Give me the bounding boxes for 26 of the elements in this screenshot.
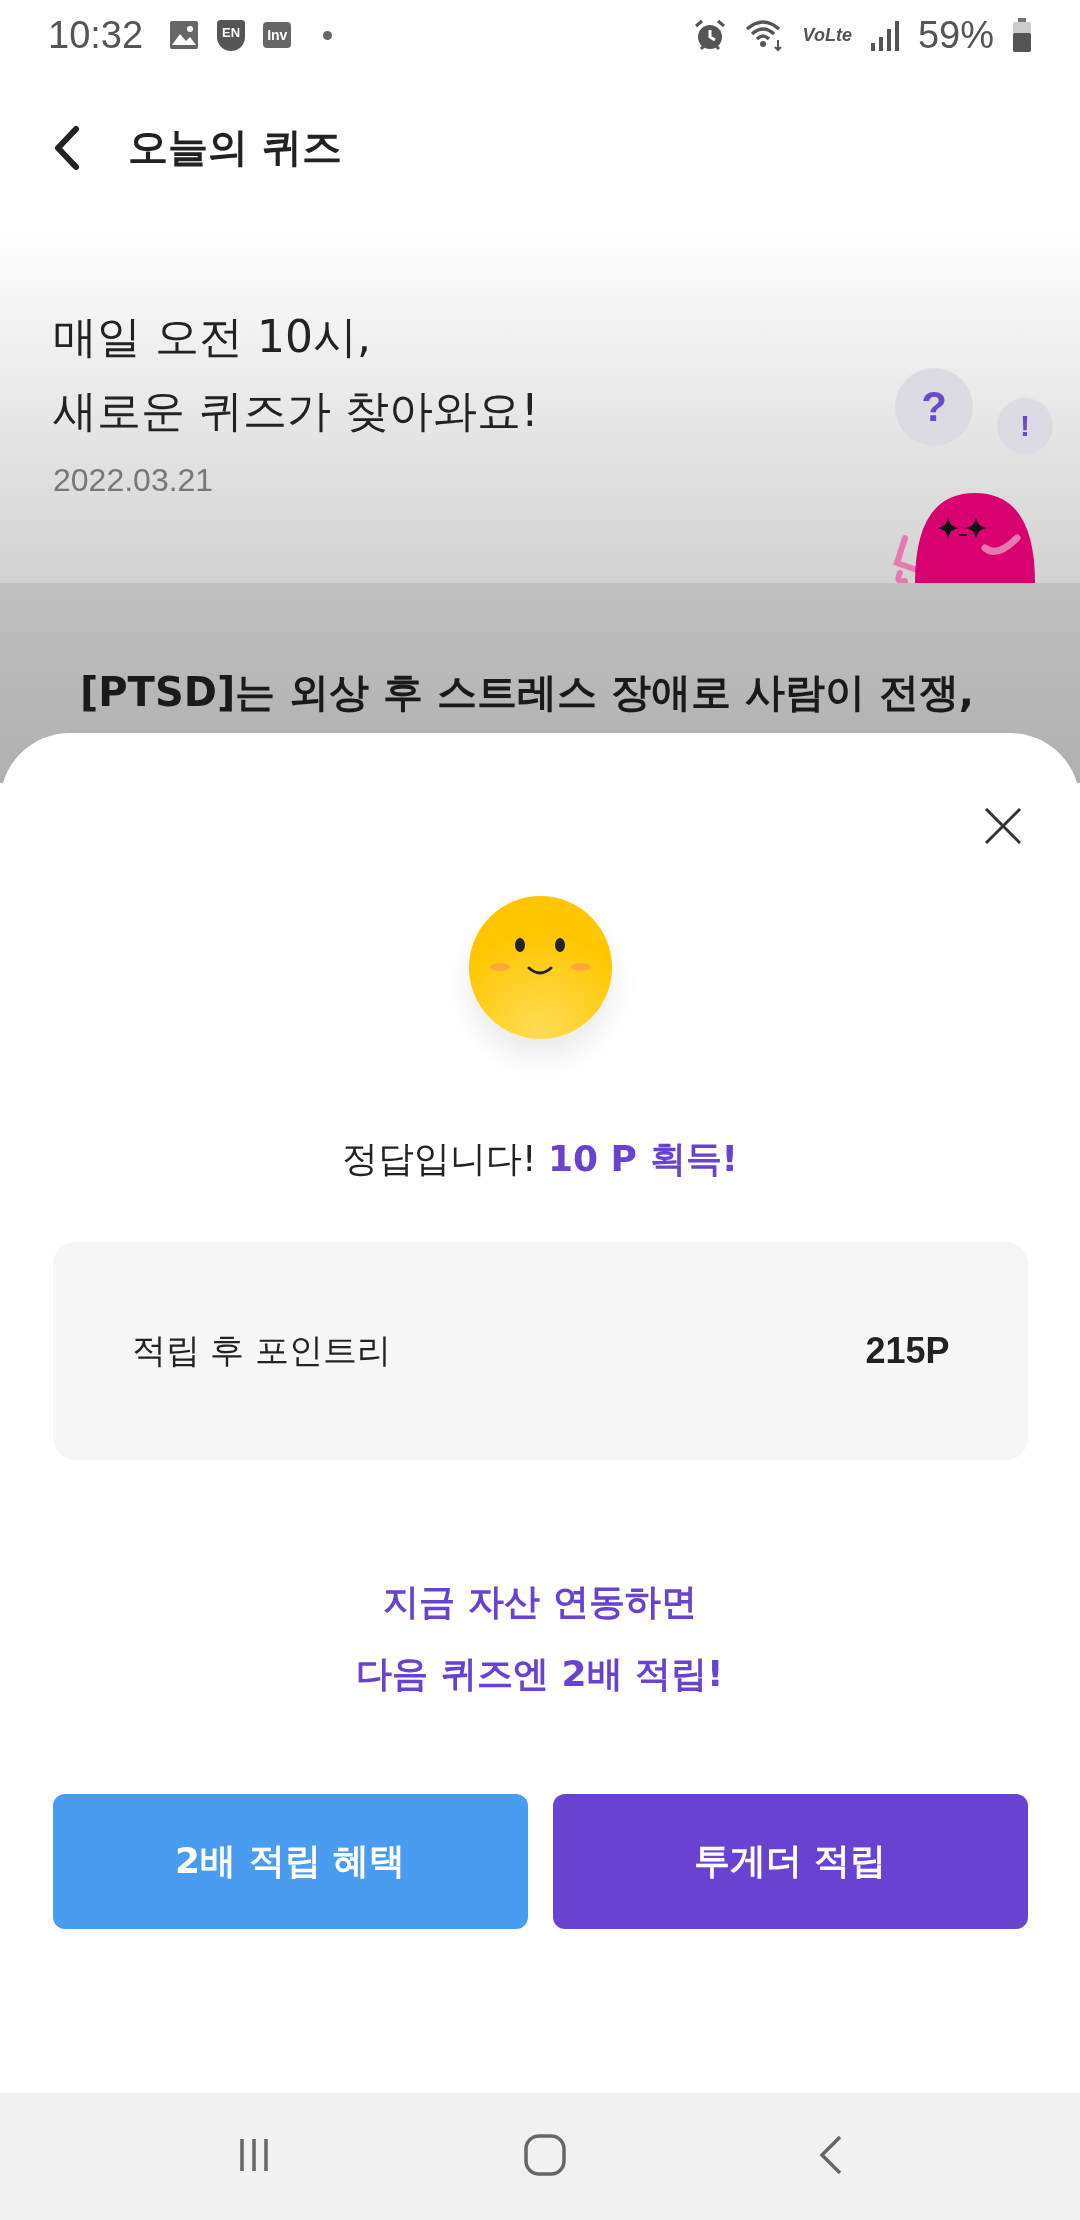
- status-time: 10:32: [48, 13, 144, 57]
- close-button[interactable]: [985, 808, 1021, 844]
- speech-bubble: ?: [895, 368, 973, 446]
- points-value: 215P: [865, 1330, 950, 1372]
- shield-badge: EN: [217, 19, 246, 51]
- alarm-icon: [692, 18, 727, 52]
- image-icon: [169, 20, 200, 50]
- action-button[interactable]: 투게더 적립: [552, 1794, 1028, 1929]
- notification-dot: [323, 30, 333, 40]
- quiz-question: [PTSD]는 외상 후 스트레스 장애로 사람이 전쟁,: [80, 668, 975, 717]
- promo-text: 다음 퀴즈엔 2배 적립!: [356, 1652, 724, 1696]
- signal-icon: [869, 19, 900, 51]
- battery-percent: 59%: [917, 13, 994, 57]
- result-message: 정답입니다! 10 P 획득!: [342, 1137, 738, 1181]
- smiley-icon: [468, 896, 612, 1039]
- battery-icon: [1012, 18, 1032, 52]
- page-title: 오늘의 퀴즈: [128, 123, 342, 172]
- hero-headline: 새로운 퀴즈가 찾아와요!: [53, 384, 539, 438]
- app-badge: Inv: [263, 22, 292, 48]
- speech-bubble: !: [997, 398, 1053, 454]
- hero-headline: 매일 오전 10시,: [53, 310, 372, 364]
- volte-label: VoLte: [802, 24, 852, 46]
- promo-text: 지금 자산 연동하면: [383, 1580, 697, 1624]
- points-label: 적립 후 포인트리: [131, 1329, 392, 1372]
- quiz-date: 2022.03.21: [53, 462, 215, 499]
- wifi-icon: [744, 18, 785, 52]
